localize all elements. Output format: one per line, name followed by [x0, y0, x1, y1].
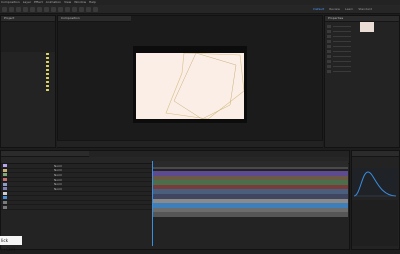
layer-mode[interactable]: Norm: [54, 178, 62, 182]
label-color-chip[interactable]: [46, 64, 49, 68]
layer-label-color[interactable]: [3, 173, 7, 177]
label-color-chip[interactable]: [46, 76, 49, 80]
graph-controls: [352, 200, 398, 246]
hand-tool-icon[interactable]: [16, 6, 21, 12]
workspace-tab-learn[interactable]: Learn: [345, 6, 353, 13]
layer-label-color[interactable]: [3, 182, 7, 186]
property-row[interactable]: [325, 69, 399, 74]
composition-panel-tab[interactable]: Composition: [58, 16, 131, 22]
speed-graph[interactable]: [352, 168, 398, 198]
clone-tool-icon[interactable]: [79, 6, 84, 12]
label-color-chip[interactable]: [46, 72, 49, 76]
layer-track-bar[interactable]: [152, 212, 348, 217]
eraser-tool-icon[interactable]: [86, 6, 91, 12]
layer-mode[interactable]: Norm: [54, 164, 62, 168]
type-tool-icon[interactable]: [65, 6, 70, 12]
layer-mode[interactable]: Norm: [54, 187, 62, 191]
brush-tool-icon[interactable]: [72, 6, 77, 12]
puppet-tool-icon[interactable]: [93, 6, 98, 12]
project-panel: Project: [0, 15, 56, 148]
layer-label-color[interactable]: [3, 191, 7, 195]
label-color-chip[interactable]: [46, 52, 49, 56]
label-color-chip[interactable]: [46, 56, 49, 60]
layer-label-color[interactable]: [3, 187, 7, 191]
selection-tool-icon[interactable]: [9, 6, 14, 12]
label-color-chip[interactable]: [46, 80, 49, 84]
properties-preview-thumbnail: [360, 22, 374, 32]
zoom-tool-icon[interactable]: [23, 6, 28, 12]
project-items-list: [1, 52, 55, 92]
layer-mode[interactable]: Norm: [54, 168, 62, 172]
workspace-tab-review[interactable]: Review: [329, 6, 340, 13]
pen-tool-icon[interactable]: [58, 6, 63, 12]
layer-list: Norm Norm Norm Norm Norm Norm: [1, 164, 152, 210]
layer-row[interactable]: [1, 205, 152, 210]
home-icon[interactable]: [2, 6, 7, 12]
layer-mode[interactable]: Norm: [54, 173, 62, 177]
layer-label-color[interactable]: [3, 205, 7, 209]
layer-label-color[interactable]: [3, 201, 7, 205]
viewer-controls-bar: [57, 140, 323, 147]
layer-label-color[interactable]: [3, 168, 7, 172]
layer-mode[interactable]: Norm: [54, 182, 62, 186]
graph-panel-tab[interactable]: [352, 151, 399, 157]
label-color-chip[interactable]: [46, 60, 49, 64]
work-area-bar[interactable]: [152, 167, 348, 169]
properties-panel: Properties: [324, 15, 400, 148]
workspace-tab-default[interactable]: Default: [313, 6, 324, 13]
label-color-chip[interactable]: [46, 88, 49, 92]
playhead[interactable]: [152, 161, 153, 246]
layer-label-color[interactable]: [3, 196, 7, 200]
tooltip: lick (+Ctrl): [0, 236, 22, 252]
tools-toolbar: Default Review Learn Standard: [0, 5, 400, 14]
workspace-switcher: Default Review Learn Standard: [313, 6, 372, 13]
label-color-chip[interactable]: [46, 68, 49, 72]
project-item[interactable]: [1, 88, 55, 92]
shape-tool-icon[interactable]: [51, 6, 56, 12]
pan-behind-tool-icon[interactable]: [44, 6, 49, 12]
project-thumbnail-area: [1, 22, 55, 52]
rotate-tool-icon[interactable]: [30, 6, 35, 12]
layer-label-color[interactable]: [3, 178, 7, 182]
label-color-chip[interactable]: [46, 84, 49, 88]
layer-label-color[interactable]: [3, 164, 7, 168]
camera-tool-icon[interactable]: [37, 6, 42, 12]
shape-outline-graphic: [165, 53, 244, 119]
workspace-tab-standard[interactable]: Standard: [358, 6, 372, 13]
